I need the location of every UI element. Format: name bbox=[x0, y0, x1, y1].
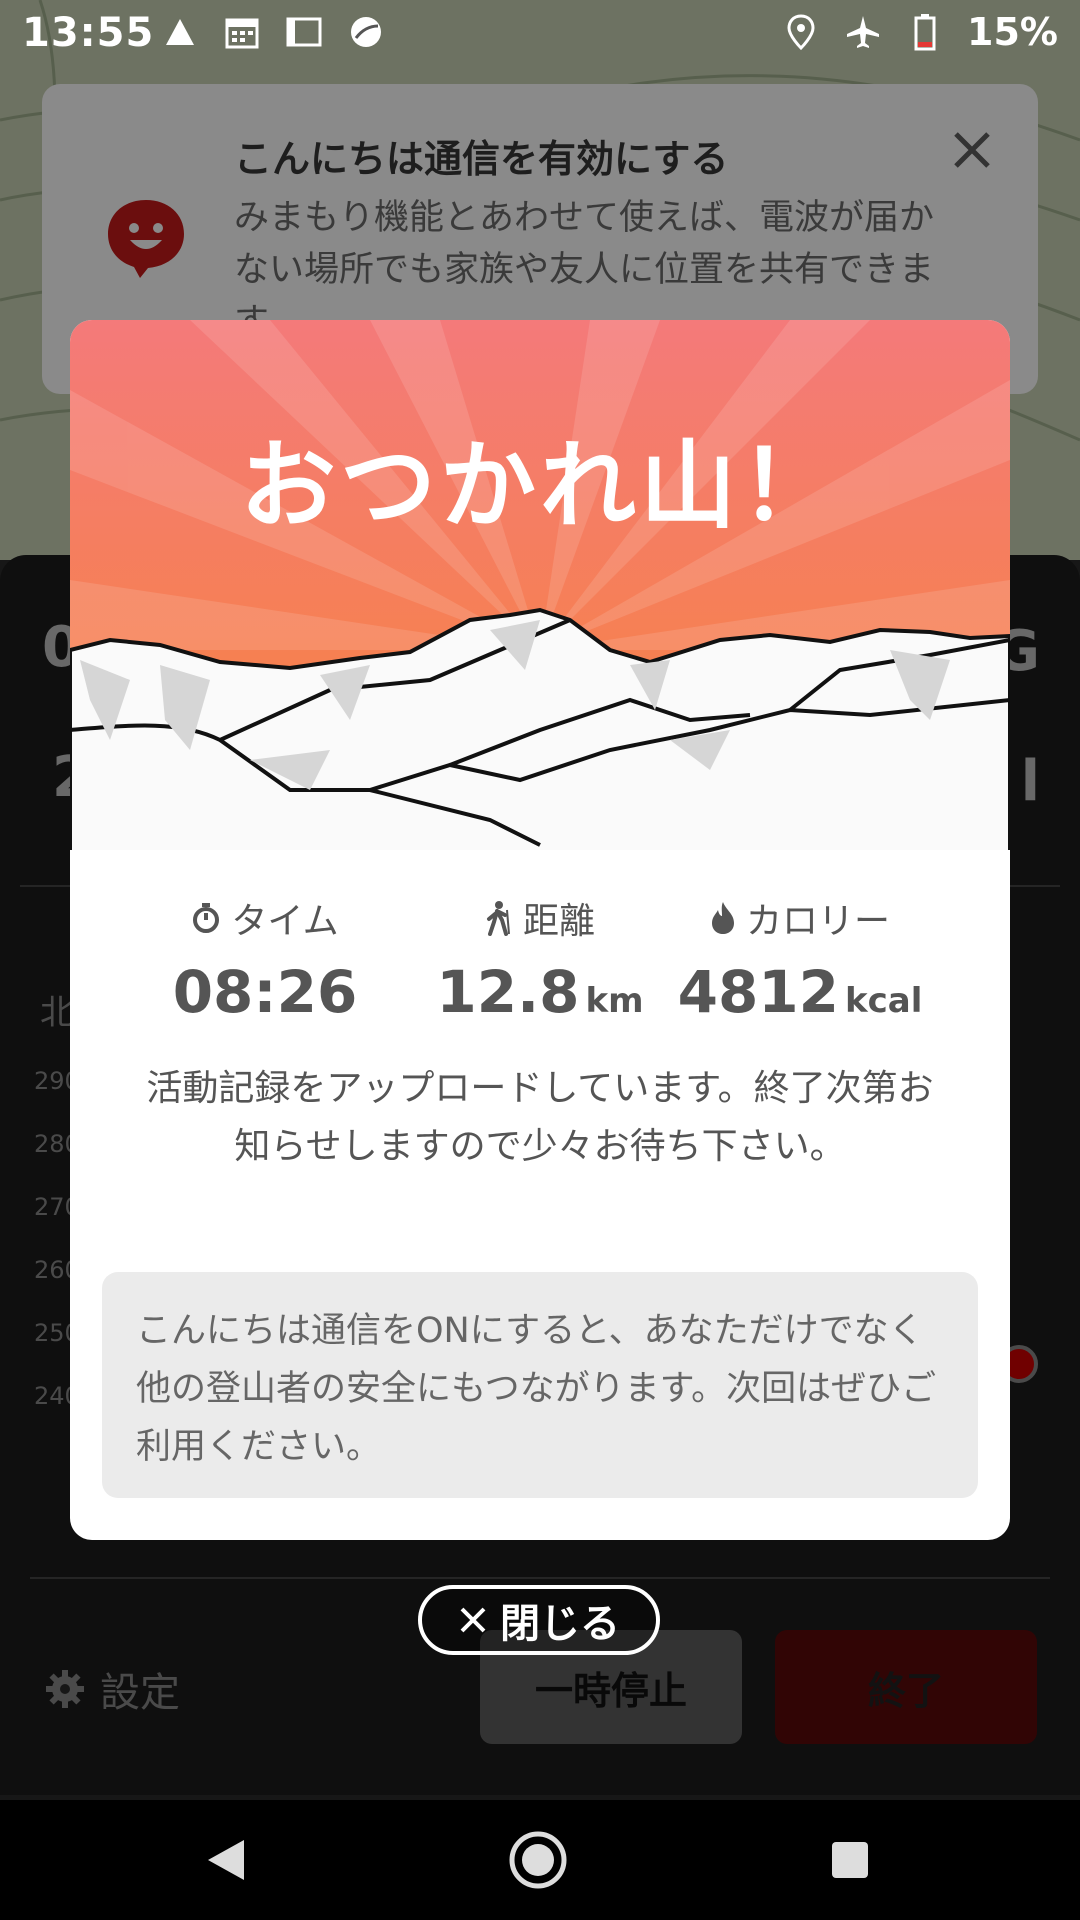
upload-message: 活動記録をアップロードしています。終了次第お知らせしますので少々お待ち下さい。 bbox=[146, 1068, 934, 1167]
status-left-icons bbox=[160, 12, 386, 52]
stat-calories-value: 4812 bbox=[677, 958, 840, 1026]
gear-icon bbox=[46, 1670, 84, 1708]
panel-partial-right-bottom: l bbox=[1020, 749, 1040, 814]
home-circle-icon bbox=[509, 1831, 567, 1889]
completion-modal: おつかれ山！ タイム 08:26 距離 12.8 km カロリー 4812 kcal… bbox=[70, 320, 1010, 1540]
airplane-icon bbox=[843, 12, 883, 52]
modal-headline: おつかれ山！ bbox=[240, 430, 840, 542]
stat-time-label: タイム bbox=[231, 901, 339, 942]
hiker-icon bbox=[486, 901, 510, 936]
elevation-label: 北 bbox=[40, 993, 74, 1033]
au-icon bbox=[284, 12, 324, 52]
stat-calories-unit: kcal bbox=[845, 981, 923, 1021]
status-right-icons: 15% bbox=[781, 10, 1058, 54]
recents-square-icon bbox=[832, 1842, 868, 1878]
mountain-hero-illustration bbox=[70, 320, 1010, 860]
info-note: こんにちは通信をONにすると、あなただけでなく他の登山者の安全にもつながります。… bbox=[102, 1272, 978, 1498]
close-icon bbox=[460, 1607, 486, 1633]
globe-icon bbox=[346, 12, 386, 52]
close-icon[interactable] bbox=[950, 128, 994, 172]
status-bar: 13:55 15% bbox=[0, 0, 1080, 64]
notification-title: こんにちは通信を有効にする bbox=[234, 137, 729, 181]
battery-percent: 15% bbox=[967, 10, 1058, 54]
stat-distance-label: 距離 bbox=[522, 901, 595, 942]
location-icon bbox=[781, 12, 821, 52]
status-time: 13:55 bbox=[22, 10, 155, 56]
back-triangle-icon bbox=[208, 1840, 244, 1880]
stat-distance: 距離 12.8 km bbox=[390, 890, 690, 1026]
recents-button[interactable] bbox=[820, 1830, 880, 1890]
end-button[interactable]: 終了 bbox=[775, 1630, 1037, 1744]
stat-calories: カロリー 4812 kcal bbox=[650, 890, 950, 1026]
signal-triangle-icon bbox=[160, 12, 200, 52]
flame-icon bbox=[711, 902, 734, 934]
stat-time: タイム 08:26 bbox=[115, 890, 415, 1026]
battery-icon bbox=[905, 12, 945, 52]
stat-calories-label: カロリー bbox=[745, 901, 890, 942]
navigation-bar bbox=[0, 1800, 1080, 1920]
stat-distance-value: 12.8 bbox=[436, 958, 580, 1026]
back-button[interactable] bbox=[196, 1830, 256, 1890]
stat-distance-unit: km bbox=[585, 981, 644, 1021]
panel-divider-bottom bbox=[30, 1577, 1050, 1579]
smiley-chat-icon bbox=[108, 200, 184, 278]
calendar-icon bbox=[222, 12, 262, 52]
home-button[interactable] bbox=[508, 1830, 568, 1890]
settings-label: 設定 bbox=[100, 1670, 180, 1716]
stat-time-value: 08:26 bbox=[172, 958, 358, 1026]
close-button-label: 閉じる bbox=[500, 1601, 620, 1647]
stopwatch-icon bbox=[193, 903, 220, 933]
close-button[interactable]: 閉じる bbox=[418, 1585, 660, 1655]
activity-stats: タイム 08:26 距離 12.8 km カロリー 4812 kcal bbox=[70, 890, 1010, 1050]
settings-button[interactable]: 設定 bbox=[44, 1660, 180, 1718]
